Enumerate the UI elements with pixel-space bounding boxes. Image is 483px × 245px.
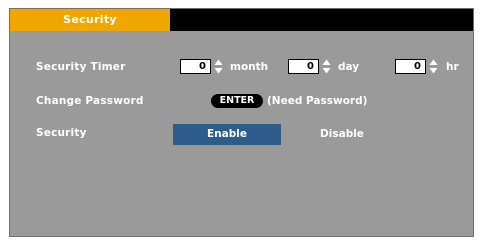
- hr-unit-label: hr: [446, 61, 459, 73]
- menu-tab-bar: Security: [10, 9, 473, 31]
- month-value-field[interactable]: 0: [180, 59, 211, 74]
- enter-key-icon[interactable]: ENTER: [211, 94, 263, 108]
- need-password-note: (Need Password): [267, 95, 368, 107]
- month-spinner-icon[interactable]: [214, 59, 223, 74]
- osd-menu-panel: Security Security Timer 0 month 0 day 0 …: [9, 8, 474, 237]
- security-label: Security: [36, 127, 87, 139]
- hr-spinner-icon[interactable]: [429, 59, 438, 74]
- hr-value-field[interactable]: 0: [395, 59, 426, 74]
- day-spinner-icon[interactable]: [322, 59, 331, 74]
- disable-option-button[interactable]: Disable: [307, 124, 377, 145]
- enable-option-button[interactable]: Enable: [173, 124, 281, 145]
- day-unit-label: day: [338, 61, 360, 73]
- tab-security[interactable]: Security: [10, 9, 170, 31]
- security-timer-label: Security Timer: [36, 61, 126, 73]
- change-password-label: Change Password: [36, 95, 144, 107]
- day-value-field[interactable]: 0: [288, 59, 319, 74]
- month-unit-label: month: [230, 61, 269, 73]
